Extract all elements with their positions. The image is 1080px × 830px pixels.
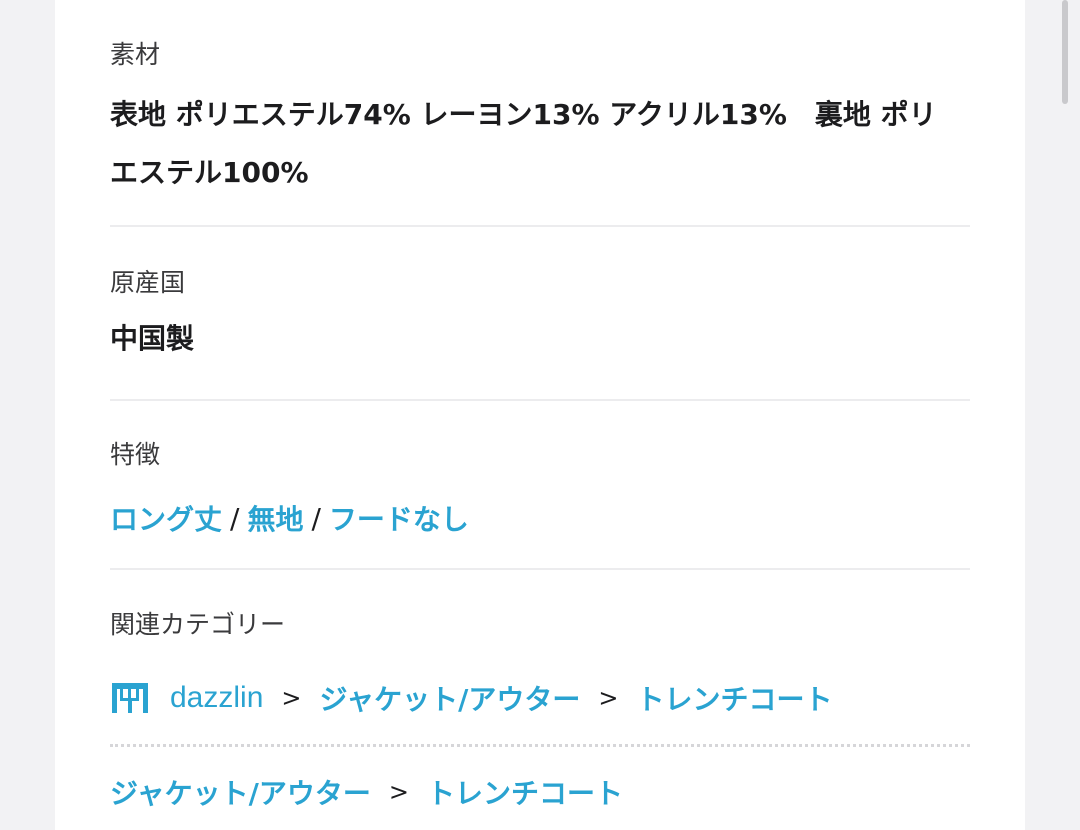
feature-link-plain[interactable]: 無地 bbox=[247, 498, 303, 538]
dotted-divider bbox=[110, 744, 970, 747]
feature-separator: / bbox=[311, 501, 321, 535]
categories-section: 関連カテゴリー dazzlin > ジャケット/アウター > トレンチコート bbox=[110, 610, 970, 718]
feature-link-long[interactable]: ロング丈 bbox=[110, 498, 222, 538]
breadcrumb-arrow: > bbox=[388, 778, 409, 806]
categories-label: 関連カテゴリー bbox=[110, 610, 286, 639]
features-label: 特徴 bbox=[110, 440, 161, 469]
divider bbox=[110, 568, 970, 570]
category-link-jacket[interactable]: ジャケット/アウター bbox=[320, 678, 581, 718]
category-path-row: ジャケット/アウター > トレンチコート bbox=[110, 772, 970, 812]
scrollbar[interactable] bbox=[1062, 0, 1068, 104]
divider bbox=[110, 225, 970, 227]
origin-label: 原産国 bbox=[110, 268, 186, 297]
material-section: 素材 表地 ポリエステル74% レーヨン13% アクリル13% 裏地 ポリエステ… bbox=[110, 40, 970, 202]
category-link-trench[interactable]: トレンチコート bbox=[636, 678, 832, 718]
feature-separator: / bbox=[230, 501, 240, 535]
category-path: ジャケット/アウター > トレンチコート bbox=[110, 772, 970, 812]
breadcrumb-arrow: > bbox=[598, 684, 619, 712]
shop-link[interactable]: dazzlin bbox=[170, 681, 263, 715]
category-link-trench[interactable]: トレンチコート bbox=[427, 772, 623, 812]
material-label: 素材 bbox=[110, 40, 161, 69]
category-path-shop: dazzlin > ジャケット/アウター > トレンチコート bbox=[110, 678, 970, 718]
features-list: ロング丈 / 無地 / フードなし bbox=[110, 498, 970, 538]
divider bbox=[110, 399, 970, 401]
material-value: 表地 ポリエステル74% レーヨン13% アクリル13% 裏地 ポリエステル10… bbox=[110, 98, 937, 189]
origin-section: 原産国 中国製 bbox=[110, 268, 970, 368]
feature-link-no-hood[interactable]: フードなし bbox=[329, 498, 469, 538]
shop-icon bbox=[110, 681, 150, 715]
origin-value: 中国製 bbox=[110, 322, 195, 355]
category-link-jacket[interactable]: ジャケット/アウター bbox=[110, 772, 371, 812]
features-section: 特徴 ロング丈 / 無地 / フードなし bbox=[110, 440, 970, 538]
breadcrumb-arrow: > bbox=[281, 684, 302, 712]
